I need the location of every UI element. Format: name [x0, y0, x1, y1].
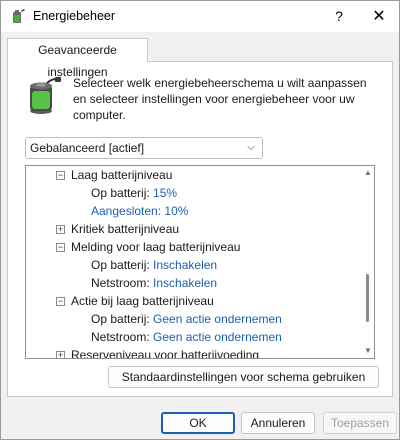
chevron-down-icon[interactable]: ⌵: [243, 137, 259, 159]
battery-plug-icon: [13, 9, 25, 23]
setting-value[interactable]: Inschakelen: [153, 258, 217, 272]
intro-text: Selecteer welk energiebeheerschema u wil…: [73, 76, 367, 122]
setting-label: Op batterij:: [91, 312, 150, 326]
tree-item-setting[interactable]: Netstroom: Inschakelen: [91, 274, 217, 292]
close-button[interactable]: ✕: [359, 1, 399, 32]
setting-label: Netstroom:: [91, 330, 150, 344]
cancel-button[interactable]: Annuleren: [241, 412, 315, 434]
expand-toggle[interactable]: +: [56, 351, 65, 358]
scrollbar-thumb[interactable]: [366, 274, 369, 322]
tree-item-reserve-battery-level[interactable]: Reserveniveau voor batterijvoeding: [71, 346, 259, 358]
setting-value[interactable]: Inschakelen: [153, 276, 217, 290]
tree-item-setting[interactable]: Op batterij: Inschakelen: [91, 256, 217, 274]
help-button[interactable]: ?: [319, 1, 359, 32]
scroll-down-icon[interactable]: ▼: [361, 344, 374, 358]
tree-item-setting[interactable]: Op batterij: Geen actie ondernemen: [91, 310, 282, 328]
tab-advanced-settings[interactable]: Geavanceerde instellingen: [7, 38, 148, 79]
setting-value[interactable]: Geen actie ondernemen: [153, 330, 282, 344]
tree-item-low-battery-action[interactable]: Actie bij laag batterijniveau: [71, 292, 214, 310]
setting-label: Op batterij:: [91, 186, 150, 200]
tree-item-low-battery-level[interactable]: Laag batterijniveau: [71, 166, 172, 184]
collapse-toggle[interactable]: −: [56, 297, 65, 306]
collapse-toggle[interactable]: −: [56, 171, 65, 180]
tree-item-critical-battery-level[interactable]: Kritiek batterijniveau: [71, 220, 179, 238]
tree-item-setting-value[interactable]: Aangesloten: 10%: [91, 202, 188, 220]
setting-label: Netstroom:: [91, 276, 150, 290]
ok-button[interactable]: OK: [161, 412, 235, 434]
scroll-up-icon[interactable]: ▲: [361, 166, 374, 180]
tree-item-low-battery-notification[interactable]: Melding voor laag batterijniveau: [71, 238, 240, 256]
power-options-dialog: Energiebeheer ? ✕ Geavanceerde instellin…: [0, 0, 400, 440]
tree-item-setting[interactable]: Op batterij: 15%: [91, 184, 177, 202]
setting-value[interactable]: Geen actie ondernemen: [153, 312, 282, 326]
tree-scrollbar[interactable]: ▲ ▼: [361, 166, 374, 358]
setting-label: Op batterij:: [91, 258, 150, 272]
apply-button[interactable]: Toepassen: [323, 412, 397, 434]
plan-select[interactable]: Gebalanceerd [actief]: [25, 137, 263, 159]
collapse-toggle[interactable]: −: [56, 243, 65, 252]
setting-value[interactable]: 15%: [153, 186, 177, 200]
window-title: Energiebeheer: [33, 9, 116, 23]
restore-defaults-button[interactable]: Standaardinstellingen voor schema gebrui…: [108, 366, 379, 388]
title-bar[interactable]: Energiebeheer ? ✕: [1, 1, 399, 32]
settings-tree[interactable]: − Laag batterijniveau Op batterij: 15% A…: [25, 165, 375, 359]
expand-toggle[interactable]: +: [56, 225, 65, 234]
tree-item-setting[interactable]: Netstroom: Geen actie ondernemen: [91, 328, 282, 346]
